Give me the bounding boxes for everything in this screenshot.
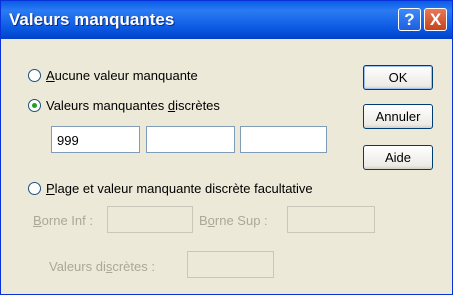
- option-discrete-missing-label: Valeurs manquantes discrètes: [46, 98, 220, 113]
- title-bar[interactable]: Valeurs manquantes ? X: [1, 1, 452, 39]
- radio-discrete-missing[interactable]: [28, 99, 41, 112]
- discrete-value-2-field[interactable]: [146, 126, 235, 153]
- radio-range-missing[interactable]: [28, 182, 41, 195]
- option-no-missing[interactable]: Aucune valeur manquante: [28, 68, 198, 83]
- dialog-window: Valeurs manquantes ? X Aucune valeur man…: [0, 0, 453, 295]
- option-range-missing[interactable]: Plage et valeur manquante discrète facul…: [28, 181, 313, 196]
- option-no-missing-label: Aucune valeur manquante: [46, 68, 198, 83]
- discrete-value-1-field[interactable]: 999: [51, 126, 140, 153]
- lower-bound-label: Borne Inf :: [33, 213, 93, 228]
- upper-bound-field[interactable]: [287, 206, 375, 233]
- discrete-value-field[interactable]: [187, 251, 274, 278]
- close-icon[interactable]: X: [424, 8, 447, 31]
- discrete-value-label: Valeurs discrètes :: [49, 259, 155, 274]
- discrete-value-3-field[interactable]: [240, 126, 327, 153]
- cancel-button[interactable]: Annuler: [363, 104, 433, 129]
- help-button[interactable]: Aide: [363, 145, 433, 170]
- option-range-missing-label: Plage et valeur manquante discrète facul…: [46, 181, 313, 196]
- dialog-title: Valeurs manquantes: [9, 10, 175, 29]
- help-icon[interactable]: ?: [398, 8, 421, 31]
- option-discrete-missing[interactable]: Valeurs manquantes discrètes: [28, 98, 220, 113]
- upper-bound-label: Borne Sup :: [199, 213, 268, 228]
- ok-button[interactable]: OK: [363, 65, 433, 90]
- lower-bound-field[interactable]: [107, 206, 193, 233]
- radio-no-missing[interactable]: [28, 69, 41, 82]
